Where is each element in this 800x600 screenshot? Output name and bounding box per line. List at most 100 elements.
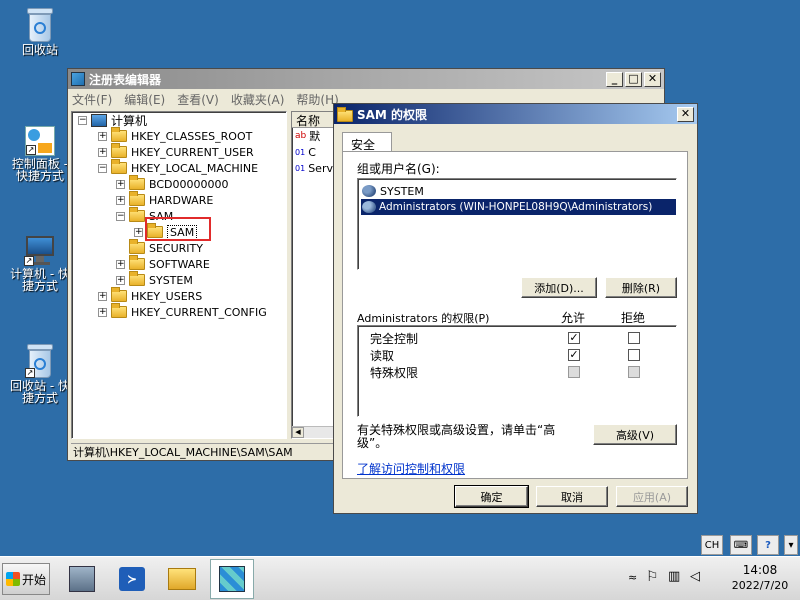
shortcut-arrow-icon: ↗	[25, 368, 35, 378]
expand-icon[interactable]: +	[98, 291, 107, 301]
allow-checkbox[interactable]: ✓	[568, 349, 580, 361]
expand-icon[interactable]: +	[116, 179, 125, 189]
folder-icon	[168, 568, 196, 590]
dialog-title: SAM 的权限	[357, 107, 428, 122]
start-button[interactable]: 开始	[2, 563, 50, 595]
users-icon	[362, 201, 376, 213]
tab-panel: 组或用户名(G): SYSTEM Administrators (WIN-HON…	[342, 151, 688, 479]
scroll-left-icon[interactable]: ◀	[292, 427, 304, 438]
volume-icon[interactable]: ◁	[690, 569, 700, 584]
user-row[interactable]: SYSTEM	[362, 183, 424, 199]
collapse-icon[interactable]: −	[98, 163, 107, 173]
dialog-titlebar[interactable]: SAM 的权限 ✕	[334, 104, 697, 124]
tree-node[interactable]: + HKEY_USERS	[98, 287, 202, 304]
tree-node[interactable]: + HARDWARE	[116, 191, 213, 208]
tree-node[interactable]: + HKEY_CURRENT_USER	[98, 143, 254, 160]
language-indicator[interactable]: CH	[701, 535, 723, 555]
binary-value-icon: 01	[295, 147, 306, 157]
close-button[interactable]: ✕	[644, 71, 661, 87]
tree-node-computer[interactable]: − 计算机	[78, 112, 147, 128]
menu-favorites[interactable]: 收藏夹(A)	[231, 91, 285, 108]
red-highlight-box	[145, 217, 211, 241]
access-control-link[interactable]: 了解访问控制和权限	[357, 460, 465, 477]
allow-checkbox[interactable]: ✓	[568, 332, 580, 344]
folder-icon	[111, 303, 127, 318]
recycle-bin-icon	[25, 8, 55, 42]
folder-open-icon	[129, 207, 145, 222]
remove-button[interactable]: 删除(R)	[605, 277, 677, 298]
help-icon[interactable]: ?	[757, 535, 779, 555]
collapse-icon[interactable]: −	[78, 115, 87, 125]
permissions-dialog: SAM 的权限 ✕ 安全 组或用户名(G): SYSTEM Administra…	[333, 103, 698, 514]
tab-security[interactable]: 安全	[342, 132, 392, 152]
menu-edit[interactable]: 编辑(E)	[124, 91, 165, 108]
tree-node[interactable]: + HKEY_CURRENT_CONFIG	[98, 303, 267, 320]
taskbar: 开始 ≻ ≈ ⚐ ▥ ◁ 14:08 2022/7/20	[0, 556, 800, 600]
taskbar-powershell[interactable]: ≻	[110, 559, 154, 599]
binary-value-icon: 01	[295, 163, 306, 173]
deny-checkbox[interactable]	[628, 349, 640, 361]
shortcut-arrow-icon: ↗	[26, 145, 36, 155]
users-list[interactable]: SYSTEM Administrators (WIN-HONPEL08H9Q\A…	[357, 178, 677, 270]
advanced-button[interactable]: 高级(V)	[593, 424, 677, 445]
folder-icon	[129, 271, 145, 286]
taskbar-regedit[interactable]	[210, 559, 254, 599]
regedit-titlebar[interactable]: 注册表编辑器 _ □ ✕	[68, 69, 664, 89]
close-button[interactable]: ✕	[677, 106, 694, 122]
desktop-icon-recycle-bin[interactable]: 回收站	[0, 8, 80, 56]
advanced-text: 有关特殊权限或高级设置，请单击“高级”。	[357, 423, 556, 450]
desktop-icon-label: 计算机 - 快捷方式	[10, 267, 70, 293]
expand-icon[interactable]: +	[116, 275, 125, 285]
menu-view[interactable]: 查看(V)	[177, 91, 219, 108]
expand-icon[interactable]: +	[134, 227, 143, 237]
maximize-button[interactable]: □	[625, 71, 642, 87]
regedit-app-icon	[71, 72, 85, 86]
clock-time[interactable]: 14:08	[730, 563, 790, 577]
allow-checkbox	[568, 366, 580, 378]
tree-node[interactable]: + SOFTWARE	[116, 255, 210, 272]
tree-node[interactable]: + BCD00000000	[116, 175, 229, 192]
add-button[interactable]: 添加(D)...	[521, 277, 597, 298]
folder-icon	[111, 143, 127, 158]
menu-file[interactable]: 文件(F)	[72, 91, 112, 108]
expand-icon[interactable]: +	[116, 259, 125, 269]
allow-header: 允许	[561, 311, 586, 325]
permission-row: 读取	[370, 349, 395, 363]
folder-icon	[129, 239, 145, 254]
expand-icon[interactable]: +	[98, 131, 107, 141]
tree-node[interactable]: + SYSTEM	[116, 271, 193, 288]
string-value-icon: ab	[295, 131, 307, 141]
desktop-icon-label: 回收站	[21, 43, 58, 57]
control-panel-icon: ↗	[25, 126, 55, 156]
group-label: 组或用户名(G):	[357, 162, 440, 176]
recycle-bin-icon: ↗	[25, 344, 55, 378]
keyboard-icon[interactable]: ⌨	[730, 535, 752, 555]
folder-icon	[129, 255, 145, 270]
minimize-button[interactable]: _	[606, 71, 623, 87]
cancel-button[interactable]: 取消	[536, 486, 608, 507]
expand-icon[interactable]: +	[98, 307, 107, 317]
folder-open-icon	[111, 159, 127, 174]
permissions-label: Administrators 的权限(P)	[357, 312, 490, 325]
user-row-selected[interactable]: Administrators (WIN-HONPEL08H9Q\Administ…	[361, 199, 676, 215]
collapse-icon[interactable]: −	[116, 211, 125, 221]
options-icon[interactable]: ▾	[784, 535, 798, 555]
tray-chevron-icon[interactable]: ≈	[628, 571, 637, 584]
taskbar-server-manager[interactable]	[60, 559, 104, 599]
computer-icon: ↗	[24, 236, 56, 266]
tree-node[interactable]: + HKEY_CLASSES_ROOT	[98, 127, 252, 144]
taskbar-explorer[interactable]	[160, 559, 204, 599]
expand-icon[interactable]: +	[98, 147, 107, 157]
permissions-list[interactable]: 完全控制 ✓ 读取 ✓ 特殊权限	[357, 325, 677, 417]
ok-button[interactable]: 确定	[454, 485, 529, 508]
network-icon[interactable]: ▥	[668, 569, 680, 584]
flag-tray-icon[interactable]: ⚐	[646, 569, 659, 585]
tree-node[interactable]: − HKEY_LOCAL_MACHINE	[98, 159, 258, 176]
tree-node[interactable]: SECURITY	[129, 239, 203, 256]
expand-icon[interactable]: +	[116, 195, 125, 205]
apply-button[interactable]: 应用(A)	[616, 486, 688, 507]
deny-checkbox[interactable]	[628, 332, 640, 344]
tree-pane[interactable]: − 计算机 + HKEY_CLASSES_ROOT + HKEY_CURRENT…	[71, 111, 287, 439]
clock-date[interactable]: 2022/7/20	[730, 579, 790, 592]
permission-row: 特殊权限	[370, 366, 419, 380]
